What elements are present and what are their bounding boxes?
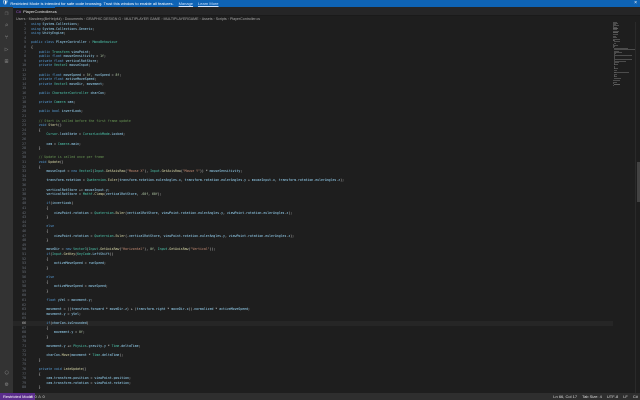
breadcrumb-item[interactable]: Scripts xyxy=(216,17,227,21)
breadcrumb-separator: › xyxy=(199,17,201,21)
run-debug-icon[interactable]: ▷ xyxy=(3,46,10,53)
banner-text: Restricted Mode is intended for safe cod… xyxy=(10,1,174,6)
close-icon[interactable]: × xyxy=(634,0,637,7)
breadcrumb-item[interactable]: Mandeep(BeHelpful) xyxy=(29,17,62,21)
close-tab-icon[interactable]: × xyxy=(51,8,53,16)
minimap-line xyxy=(613,42,617,44)
minimap-line xyxy=(614,75,617,77)
gear-icon[interactable]: ⚙ xyxy=(3,381,10,388)
tab-bar: C# PlayerController.cs × xyxy=(13,7,640,16)
code-line[interactable]: 80 } xyxy=(13,385,613,390)
breadcrumb-separator: › xyxy=(62,17,64,21)
breadcrumb-item[interactable]: MULTIPLAYER GAME xyxy=(124,17,160,21)
account-icon[interactable]: ◯ xyxy=(3,369,10,376)
breadcrumb-item[interactable]: Assets xyxy=(202,17,213,21)
code-text: } xyxy=(31,385,41,390)
tab-playercontroller[interactable]: C# PlayerController.cs × xyxy=(13,7,57,16)
code-editor[interactable]: 1 using System.Collections; 2 using System.… xyxy=(13,22,613,393)
breadcrumb-item[interactable]: Documents xyxy=(65,17,83,21)
breadcrumb-separator: › xyxy=(26,17,28,21)
problems-indicator[interactable]: ⊗ 0 ⚠ 0 xyxy=(30,393,45,400)
minimap-line xyxy=(614,63,619,65)
csharp-icon: C# xyxy=(16,9,22,14)
cursor-position[interactable]: Ln 66, Col 17 xyxy=(553,393,577,400)
eol[interactable]: LF xyxy=(623,393,628,400)
manage-link[interactable]: Manage xyxy=(179,0,193,7)
breadcrumb-item[interactable]: GRAPHIC DESIGN G xyxy=(86,17,121,21)
breadcrumb-item[interactable]: Users xyxy=(16,17,25,21)
minimap[interactable] xyxy=(613,22,635,88)
encoding[interactable]: UTF-8 xyxy=(607,393,618,400)
search-icon[interactable]: ⌕ xyxy=(3,22,10,29)
minimap-line xyxy=(614,67,619,69)
restricted-mode-banner: 🛡 Restricted Mode is intended for safe c… xyxy=(0,0,640,7)
breadcrumb-item[interactable]: MULTIPLAYERGAME xyxy=(164,17,199,21)
shield-icon: 🛡 xyxy=(2,0,9,6)
minimap-line xyxy=(614,58,632,60)
learn-more-link[interactable]: Learn More xyxy=(198,0,218,7)
explorer-icon[interactable]: ❐ xyxy=(3,10,10,17)
extensions-icon[interactable]: ⊞ xyxy=(3,58,10,65)
vertical-scrollbar[interactable] xyxy=(635,22,640,393)
status-bar: Restricted Mode ⊗ 0 ⚠ 0 Ln 66, Col 17 Ta… xyxy=(0,393,640,400)
breadcrumb-separator: › xyxy=(213,17,215,21)
line-number: 80 xyxy=(22,385,26,390)
breadcrumb-separator: › xyxy=(161,17,163,21)
breadcrumb-item[interactable]: PlayerController.cs xyxy=(230,17,260,21)
breadcrumb-separator: › xyxy=(227,17,229,21)
minimap-line xyxy=(613,84,621,86)
minimap-line xyxy=(614,54,632,56)
breadcrumb-separator: › xyxy=(83,17,86,21)
source-control-icon[interactable]: ⑂ xyxy=(3,34,10,41)
activity-bar: ❐ ⌕ ⑂ ▷ ⊞ ◯ ⚙ xyxy=(0,7,13,393)
minimap-line xyxy=(613,79,620,81)
indentation[interactable]: Tab Size: 4 xyxy=(582,393,602,400)
language-mode[interactable]: C# xyxy=(633,393,638,400)
